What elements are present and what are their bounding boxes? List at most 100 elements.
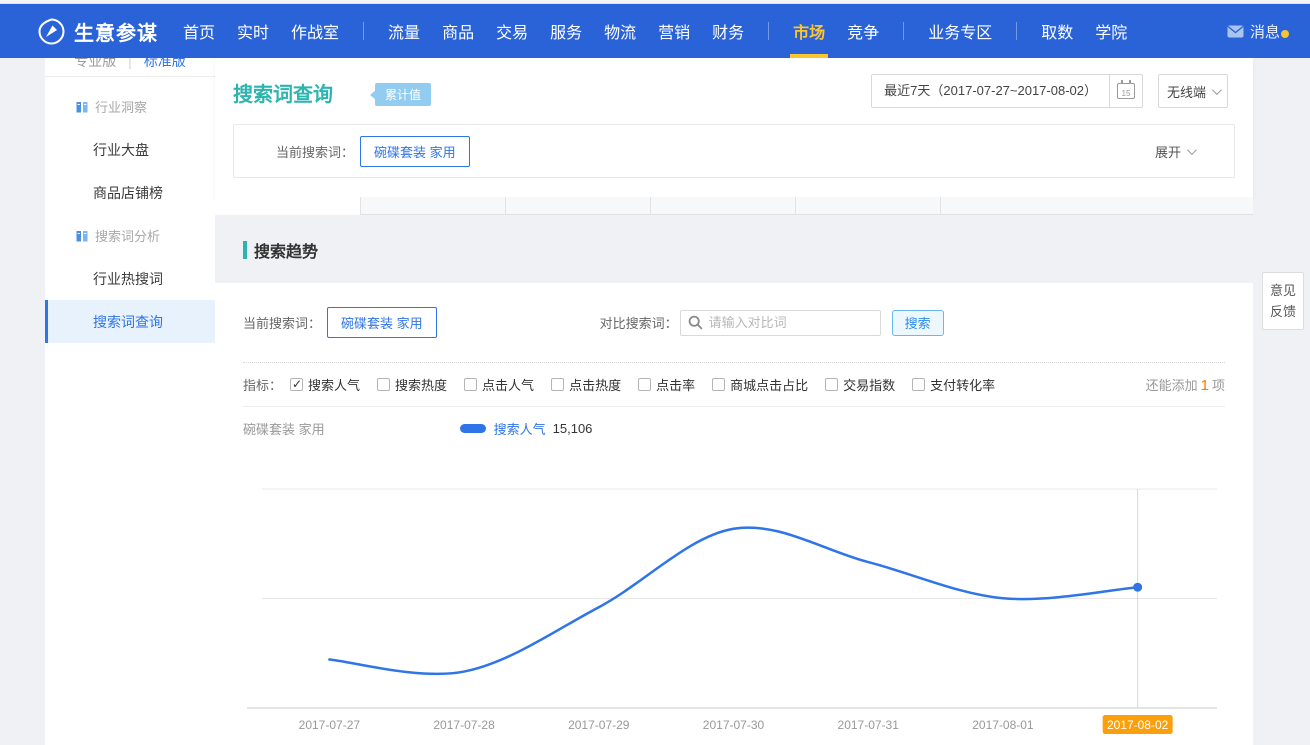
current-term-label: 当前搜索词：: [276, 142, 354, 161]
page: 生意参谋 首页 实时 作战室 流量 商品 交易 服务 物流 营销 财务 市场 竞…: [0, 0, 1310, 745]
section-title: 搜索趋势: [254, 238, 318, 262]
nav-item-market-active[interactable]: 市场: [782, 4, 836, 58]
nav-divider: [363, 22, 364, 40]
chevron-down-icon: [1187, 145, 1197, 155]
hidden-tab[interactable]: [795, 197, 940, 215]
legend-line-icon[interactable]: [460, 424, 486, 433]
calendar-icon: 15: [1117, 83, 1135, 99]
section-accent-bar: [243, 241, 247, 259]
legend-term: 碗碟套装 家用: [243, 419, 325, 438]
search-button[interactable]: 搜索: [892, 310, 944, 336]
hidden-tab[interactable]: [650, 197, 795, 215]
top-nav: 生意参谋 首页 实时 作战室 流量 商品 交易 服务 物流 营销 财务 市场 竞…: [0, 4, 1310, 58]
messages-label: 消息: [1250, 21, 1280, 42]
compass-icon: [38, 18, 65, 45]
hidden-tab[interactable]: [215, 197, 360, 215]
sidebar-section-label: 行业洞察: [95, 97, 147, 116]
checkbox-icon[interactable]: [290, 378, 303, 391]
feedback-button[interactable]: 意见 反馈: [1262, 272, 1304, 330]
nav-item-trade[interactable]: 交易: [485, 4, 539, 58]
nav-item-traffic[interactable]: 流量: [377, 4, 431, 58]
metrics-row: 指标： 搜索人气 搜索热度 点击人气: [243, 363, 1225, 407]
nav-item-finance[interactable]: 财务: [701, 4, 755, 58]
nav-item-logistics[interactable]: 物流: [593, 4, 647, 58]
nav-item-competition[interactable]: 竞争: [836, 4, 890, 58]
calendar-button[interactable]: 15: [1109, 75, 1142, 107]
hidden-tab[interactable]: [940, 197, 1253, 215]
trend-query-row: 当前搜索词： 碗碟套装 家用 对比搜索词： 搜索: [243, 283, 1225, 363]
nav-divider: [1016, 22, 1017, 40]
sidebar-section-label: 搜索词分析: [95, 226, 160, 245]
svg-text:2017-08-02: 2017-08-02: [1107, 718, 1169, 732]
current-term-tag[interactable]: 碗碟套装 家用: [327, 307, 437, 338]
sidebar-item-shop-ranking[interactable]: 商品店铺榜: [45, 171, 215, 214]
nav-item-warroom[interactable]: 作战室: [280, 4, 350, 58]
envelope-icon: [1227, 25, 1244, 38]
checkbox-icon[interactable]: [464, 378, 477, 391]
metric-checkbox-search-popularity[interactable]: 搜索人气: [290, 375, 360, 394]
version-tabs: 专业版 | 标准版: [45, 58, 215, 77]
nav-item-goods[interactable]: 商品: [431, 4, 485, 58]
header-card: 搜索词查询 累计值 最近7天（2017-07-27~2017-08-02） 15…: [215, 58, 1253, 197]
report-book-icon: [75, 100, 89, 114]
compare-term-input[interactable]: [680, 310, 881, 336]
nav-item-marketing[interactable]: 营销: [647, 4, 701, 58]
metric-checkbox-click-popularity[interactable]: 点击人气: [464, 375, 534, 394]
trend-chart[interactable]: 2017-07-272017-07-282017-07-292017-07-30…: [215, 470, 1253, 745]
legend-metric[interactable]: 搜索人气: [494, 419, 546, 438]
hidden-tab[interactable]: [360, 197, 505, 215]
nav-item-realtime[interactable]: 实时: [226, 4, 280, 58]
checkbox-icon[interactable]: [638, 378, 651, 391]
page-title: 搜索词查询: [233, 78, 333, 107]
nav-divider: [768, 22, 769, 40]
add-more-hint: 还能添加1项: [1146, 375, 1225, 394]
chevron-down-icon: [1212, 85, 1222, 95]
metric-checkbox-click-heat[interactable]: 点击热度: [551, 375, 621, 394]
metric-checkbox-pay-conversion[interactable]: 支付转化率: [912, 375, 995, 394]
svg-text:2017-07-30: 2017-07-30: [703, 718, 765, 732]
checkbox-icon[interactable]: [825, 378, 838, 391]
metric-checkbox-search-heat[interactable]: 搜索热度: [377, 375, 447, 394]
tab-standard-version[interactable]: 标准版: [144, 58, 186, 69]
svg-text:2017-07-31: 2017-07-31: [838, 718, 900, 732]
expand-button[interactable]: 展开: [1155, 142, 1194, 161]
notification-dot: [1281, 30, 1289, 38]
checkbox-icon[interactable]: [912, 378, 925, 391]
cumulative-badge: 累计值: [375, 83, 431, 106]
checkbox-icon[interactable]: [377, 378, 390, 391]
sidebar-item-search-word-query[interactable]: 搜索词查询: [45, 300, 215, 343]
brand[interactable]: 生意参谋: [38, 4, 158, 58]
nav-divider: [903, 22, 904, 40]
hidden-tab[interactable]: [505, 197, 650, 215]
legend-value: 15,106: [553, 421, 593, 436]
nav-item-business-zone[interactable]: 业务专区: [917, 4, 1003, 58]
messages-button[interactable]: 消息: [1227, 21, 1280, 42]
svg-text:2017-07-27: 2017-07-27: [299, 718, 361, 732]
nav-item-home[interactable]: 首页: [172, 4, 226, 58]
metric-checkbox-mall-click-share[interactable]: 商城点击占比: [712, 375, 808, 394]
current-term-bar: 当前搜索词： 碗碟套装 家用 展开: [233, 124, 1235, 178]
compare-term-label: 对比搜索词：: [600, 313, 678, 332]
metric-checkbox-click-rate[interactable]: 点击率: [638, 375, 695, 394]
nav-item-academy[interactable]: 学院: [1084, 4, 1138, 58]
checkbox-icon[interactable]: [712, 378, 725, 391]
svg-text:2017-07-29: 2017-07-29: [568, 718, 630, 732]
magnifier-icon: [688, 315, 703, 330]
date-range-picker[interactable]: 最近7天（2017-07-27~2017-08-02） 15: [871, 74, 1143, 108]
sidebar-item-industry-board[interactable]: 行业大盘: [45, 128, 215, 171]
checkbox-icon[interactable]: [551, 378, 564, 391]
sidebar: 专业版 | 标准版 行业洞察 行业大盘 商品店铺榜: [45, 58, 215, 745]
current-term-tag[interactable]: 碗碟套装 家用: [360, 136, 470, 167]
date-range-text[interactable]: 最近7天（2017-07-27~2017-08-02）: [872, 75, 1109, 107]
report-book-icon: [75, 229, 89, 243]
search-trend-card: 当前搜索词： 碗碟套装 家用 对比搜索词： 搜索 指标： 搜索: [215, 283, 1253, 745]
nav-item-data-fetch[interactable]: 取数: [1030, 4, 1084, 58]
add-more-count: 1: [1201, 377, 1209, 394]
device-select[interactable]: 无线端: [1158, 74, 1228, 108]
tab-pro-version[interactable]: 专业版: [74, 58, 116, 69]
metric-checkbox-trade-index[interactable]: 交易指数: [825, 375, 895, 394]
collapsed-tab-strip: [215, 197, 1253, 215]
sidebar-item-hot-search-words[interactable]: 行业热搜词: [45, 257, 215, 300]
device-select-value: 无线端: [1167, 82, 1206, 101]
nav-item-service[interactable]: 服务: [539, 4, 593, 58]
